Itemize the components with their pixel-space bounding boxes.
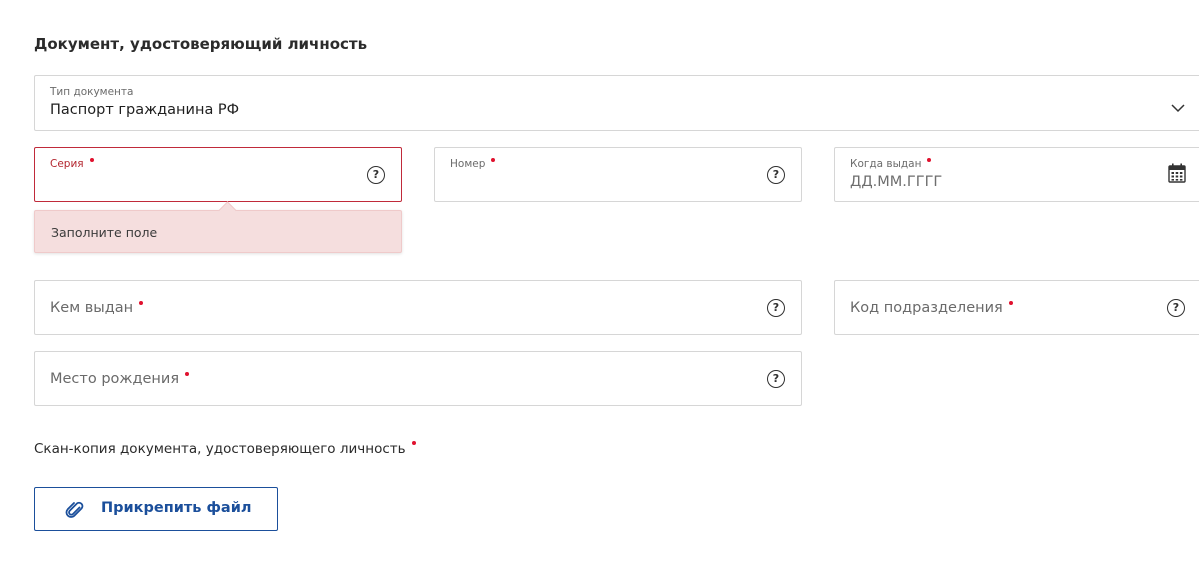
department-code-field[interactable]: Код подразделения ? [834, 280, 1199, 335]
chevron-down-icon[interactable] [1171, 98, 1185, 117]
document-form: Документ, удостоверяющий личность Тип до… [0, 0, 1199, 561]
scan-label: Скан-копия документа, удостоверяющего ли… [34, 441, 416, 457]
attach-file-label: Прикрепить файл [101, 500, 252, 516]
issue-date-placeholder: ДД.ММ.ГГГГ [850, 174, 943, 190]
number-label: Номер [450, 158, 496, 170]
document-type-label: Тип документа [50, 86, 134, 98]
required-marker [1008, 301, 1013, 305]
error-tooltip: Заполните поле [34, 201, 402, 253]
required-marker [139, 301, 144, 305]
calendar-icon[interactable] [1168, 163, 1186, 187]
required-marker [491, 158, 496, 162]
required-marker [185, 372, 190, 376]
required-marker [927, 158, 932, 162]
issued-by-label: Кем выдан [50, 300, 144, 316]
issue-date-label: Когда выдан [850, 158, 932, 170]
help-icon[interactable]: ? [367, 165, 385, 184]
document-type-value: Паспорт гражданина РФ [50, 102, 240, 118]
help-icon[interactable]: ? [767, 369, 785, 388]
required-marker [89, 158, 94, 162]
birthplace-field[interactable]: Место рождения ? [34, 351, 802, 406]
section-title: Документ, удостоверяющий личность [34, 35, 368, 53]
help-icon[interactable]: ? [1167, 298, 1185, 317]
issue-date-field[interactable]: Когда выдан ДД.ММ.ГГГГ [834, 147, 1199, 202]
tooltip-arrow [218, 201, 237, 220]
paperclip-icon [65, 500, 85, 524]
help-icon[interactable]: ? [767, 298, 785, 317]
department-code-label: Код подразделения [850, 300, 1013, 316]
document-type-select[interactable]: Тип документа Паспорт гражданина РФ [34, 75, 1199, 131]
help-icon[interactable]: ? [767, 165, 785, 184]
required-marker [411, 441, 416, 445]
issued-by-field[interactable]: Кем выдан ? [34, 280, 802, 335]
error-message: Заполните поле [51, 225, 158, 240]
number-field[interactable]: Номер ? [434, 147, 802, 202]
attach-file-button[interactable]: Прикрепить файл [34, 487, 278, 531]
birthplace-label: Место рождения [50, 371, 190, 387]
series-label: Серия [50, 158, 94, 170]
series-field[interactable]: Серия ? [34, 147, 402, 202]
